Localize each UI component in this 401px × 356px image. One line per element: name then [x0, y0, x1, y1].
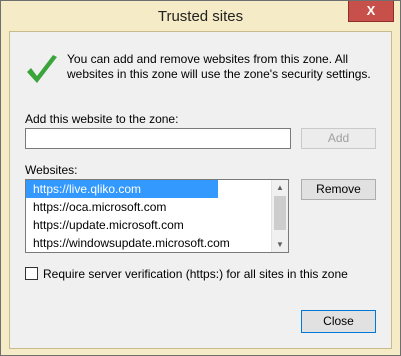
require-https-checkbox[interactable] — [25, 267, 38, 280]
list-scrollbar[interactable]: ▲ ▼ — [271, 180, 288, 252]
list-item[interactable]: https://update.microsoft.com — [26, 216, 288, 234]
chevron-up-icon[interactable]: ▲ — [273, 180, 287, 195]
add-website-input[interactable] — [25, 128, 291, 149]
close-button[interactable]: Close — [301, 310, 376, 333]
intro-text: You can add and remove websites from thi… — [67, 52, 371, 81]
title-bar[interactable]: Trusted sites X — [1, 1, 400, 31]
window-title: Trusted sites — [157, 8, 244, 25]
add-button[interactable]: Add — [301, 128, 376, 149]
list-item[interactable]: https://live.qliko.com — [26, 180, 218, 198]
add-website-label: Add this website to the zone: — [25, 112, 179, 126]
list-item[interactable]: https://windowsupdate.microsoft.com — [26, 234, 288, 252]
remove-button[interactable]: Remove — [301, 179, 376, 200]
list-item[interactable]: https://oca.microsoft.com — [26, 198, 288, 216]
dialog-body: You can add and remove websites from thi… — [9, 31, 392, 349]
window-close-button[interactable]: X — [348, 1, 394, 22]
scrollbar-thumb[interactable] — [274, 196, 286, 230]
require-https-label: Require server verification (https:) for… — [43, 267, 348, 281]
chevron-down-icon[interactable]: ▼ — [273, 237, 287, 252]
websites-list[interactable]: https://live.qliko.com https://oca.micro… — [25, 179, 289, 253]
dialog-window: Trusted sites X You can add and remove w… — [0, 0, 401, 356]
websites-label: Websites: — [25, 163, 78, 177]
green-checkmark-icon — [27, 55, 57, 83]
